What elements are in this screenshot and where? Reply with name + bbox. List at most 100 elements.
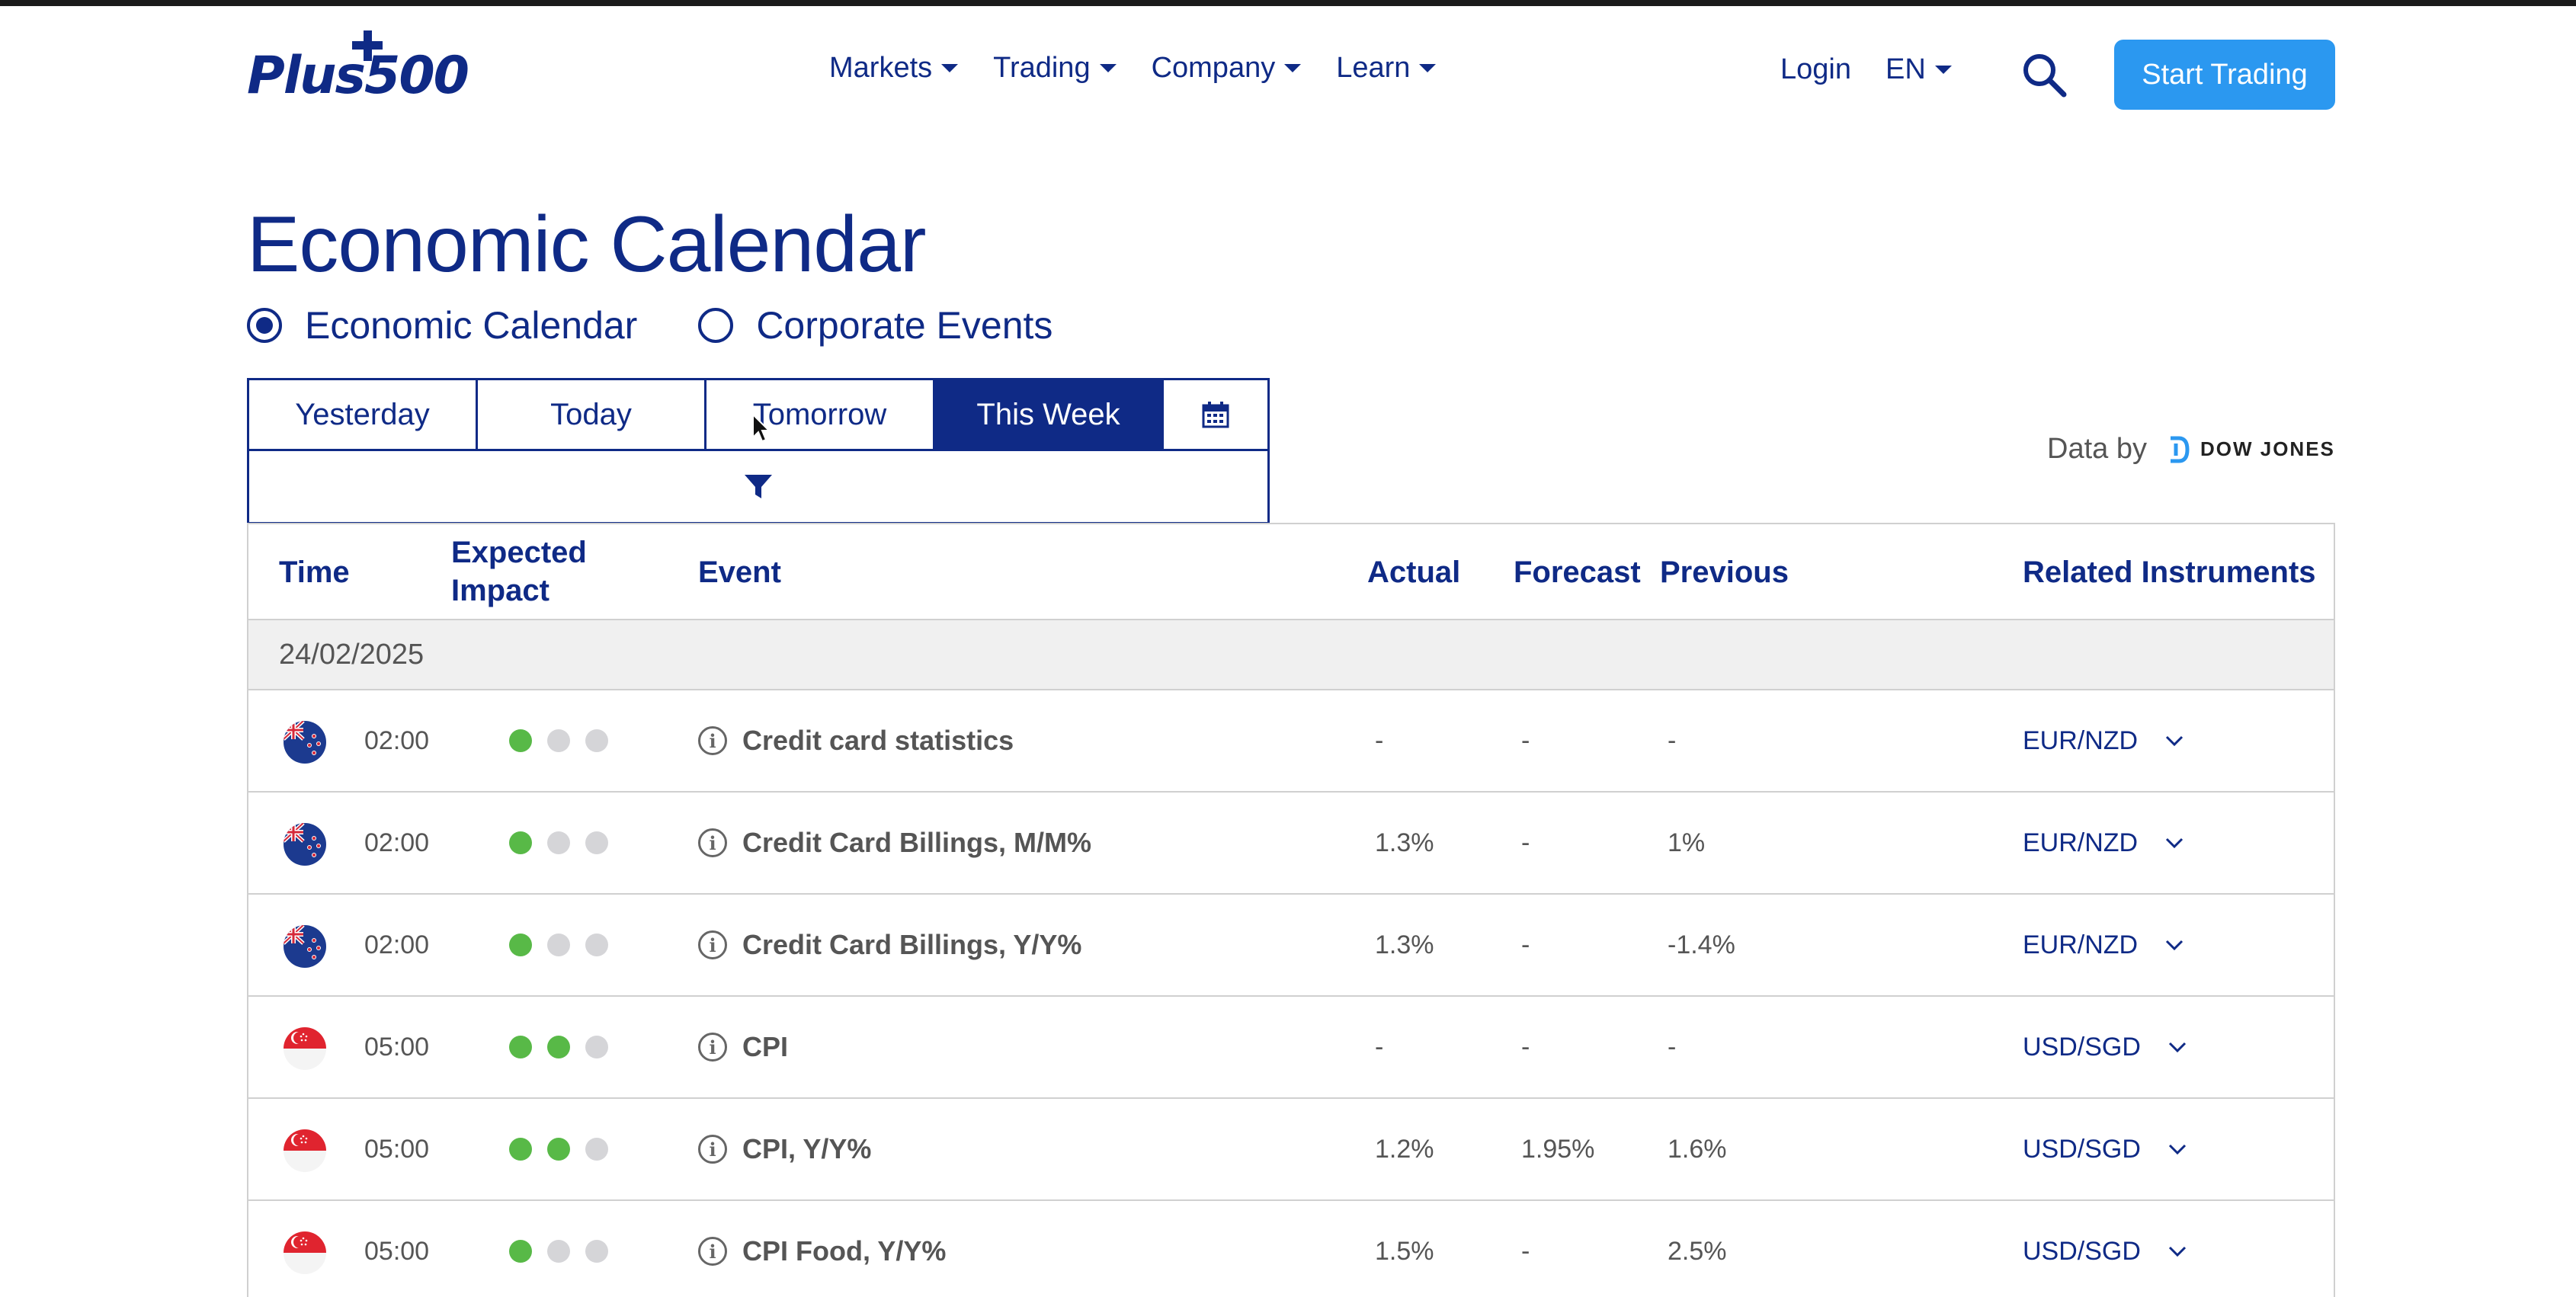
table-row[interactable]: 02:00 i Credit Card Billings, M/M% 1.3% … (248, 793, 2334, 895)
page-title: Economic Calendar (247, 200, 927, 289)
chevron-down-icon[interactable] (2168, 1242, 2187, 1260)
impact-dot (509, 729, 532, 752)
event-cell: i Credit Card Billings, M/M% (698, 793, 1091, 893)
table-body: 02:00 i Credit card statistics - - - EUR… (248, 690, 2334, 1297)
nav-trading[interactable]: Trading (993, 52, 1117, 85)
info-icon[interactable]: i (698, 930, 727, 959)
impact-dot (585, 1138, 608, 1161)
table-row[interactable]: 05:00 i CPI, Y/Y% 1.2% 1.95% 1.6% USD/SG… (248, 1099, 2334, 1201)
forecast-value: - (1521, 725, 1530, 755)
previous-value: 2.5% (1668, 1236, 1727, 1266)
filter-toggle[interactable] (247, 451, 1270, 524)
dow-jones-mark-icon (2170, 436, 2190, 463)
tab-calendar-picker[interactable] (1164, 380, 1267, 449)
nav-label: Trading (993, 52, 1091, 84)
table-row[interactable]: 05:00 i CPI - - - USD/SGD (248, 997, 2334, 1099)
header-time: Time (279, 556, 350, 589)
impact-dot (585, 831, 608, 854)
table-row[interactable]: 02:00 i Credit Card Billings, Y/Y% 1.3% … (248, 895, 2334, 997)
forecast-value: 1.95% (1521, 1134, 1595, 1164)
impact-dot (585, 1036, 608, 1058)
nav-learn[interactable]: Learn (1336, 52, 1437, 85)
impact-dot (509, 831, 532, 854)
related-instrument[interactable]: EUR/NZD (2023, 793, 2184, 893)
info-icon[interactable]: i (698, 828, 727, 857)
related-instrument[interactable]: USD/SGD (2023, 997, 2187, 1097)
event-cell: i CPI, Y/Y% (698, 1099, 871, 1199)
actual-value: - (1375, 725, 1384, 755)
info-icon[interactable]: i (698, 1135, 727, 1164)
event-cell: i CPI (698, 997, 788, 1097)
event-name: Credit Card Billings, M/M% (742, 827, 1092, 858)
new-zealand-flag-icon (284, 925, 326, 968)
event-time: 02:00 (364, 828, 430, 857)
new-zealand-flag-icon (284, 721, 326, 764)
nav-markets[interactable]: Markets (829, 52, 959, 85)
related-instrument[interactable]: USD/SGD (2023, 1201, 2187, 1297)
language-selector[interactable]: EN (1886, 53, 1952, 86)
event-name: CPI (742, 1031, 789, 1062)
date-group-header: 24/02/2025 (248, 620, 2334, 690)
chevron-down-icon[interactable] (2168, 1140, 2187, 1158)
previous-value: - (1668, 725, 1677, 755)
radio-corporate-events[interactable]: Corporate Events (698, 303, 1053, 347)
info-icon[interactable]: i (698, 1237, 727, 1266)
impact-dot (547, 1240, 570, 1263)
related-instrument[interactable]: EUR/NZD (2023, 690, 2184, 791)
forecast-value: - (1521, 930, 1530, 959)
caret-down-icon (1419, 64, 1437, 72)
calendar-type-radios: Economic Calendar Corporate Events (247, 303, 1053, 347)
impact-indicator (509, 1099, 608, 1199)
login-link[interactable]: Login (1780, 53, 1851, 86)
chevron-down-icon[interactable] (2165, 834, 2184, 852)
event-name: Credit card statistics (742, 725, 1014, 756)
top-border (0, 0, 2576, 6)
table-row[interactable]: 02:00 i Credit card statistics - - - EUR… (248, 690, 2334, 793)
plus500-logo[interactable]: Plus500 (247, 30, 494, 102)
event-time: 02:00 (364, 725, 430, 755)
dow-jones-text: DOW JONES (2200, 437, 2335, 460)
nav-company[interactable]: Company (1152, 52, 1302, 85)
impact-dot (509, 1138, 532, 1161)
radio-button[interactable] (698, 308, 734, 343)
table-row[interactable]: 05:00 i CPI Food, Y/Y% 1.5% - 2.5% USD/S… (248, 1201, 2334, 1297)
header-impact-line1: Expected (451, 536, 587, 569)
actual-value: 1.2% (1375, 1134, 1434, 1164)
radio-button-checked[interactable] (247, 308, 282, 343)
chevron-down-icon[interactable] (2168, 1038, 2187, 1056)
tab-yesterday[interactable]: Yesterday (249, 380, 478, 449)
caret-down-icon (1934, 66, 1952, 74)
chevron-down-icon[interactable] (2165, 732, 2184, 750)
instrument-label: EUR/NZD (2023, 930, 2139, 959)
event-cell: i CPI Food, Y/Y% (698, 1201, 946, 1297)
caret-down-icon (941, 64, 959, 72)
chevron-down-icon[interactable] (2165, 936, 2184, 954)
search-icon[interactable] (2020, 50, 2068, 99)
related-instrument[interactable]: EUR/NZD (2023, 895, 2184, 995)
impact-indicator (509, 895, 608, 995)
tab-today[interactable]: Today (478, 380, 706, 449)
impact-indicator (509, 997, 608, 1097)
nav-label: Company (1151, 52, 1276, 84)
forecast-value: - (1521, 1236, 1530, 1266)
tab-this-week[interactable]: This Week (935, 380, 1164, 449)
start-trading-button[interactable]: Start Trading (2114, 40, 2335, 110)
event-time: 02:00 (364, 930, 430, 959)
related-instrument[interactable]: USD/SGD (2023, 1099, 2187, 1199)
info-icon[interactable]: i (698, 1033, 727, 1062)
caret-down-icon (1284, 64, 1302, 72)
caret-down-icon (1099, 64, 1117, 72)
header-impact-line2: Impact (451, 574, 549, 607)
header-forecast: Forecast (1514, 556, 1641, 589)
site-header: Plus500 Markets Trading Company Learn Lo… (0, 6, 2576, 131)
impact-dot (547, 1138, 570, 1161)
header-expected-impact: Expected Impact (451, 533, 587, 610)
tab-tomorrow[interactable]: Tomorrow (706, 380, 935, 449)
radio-economic-calendar[interactable]: Economic Calendar (247, 303, 637, 347)
instrument-label: USD/SGD (2023, 1032, 2141, 1062)
info-icon[interactable]: i (698, 726, 727, 755)
event-name: Credit Card Billings, Y/Y% (742, 929, 1082, 960)
instrument-label: EUR/NZD (2023, 725, 2139, 755)
previous-value: 1.6% (1668, 1134, 1727, 1164)
impact-dot (547, 934, 570, 956)
